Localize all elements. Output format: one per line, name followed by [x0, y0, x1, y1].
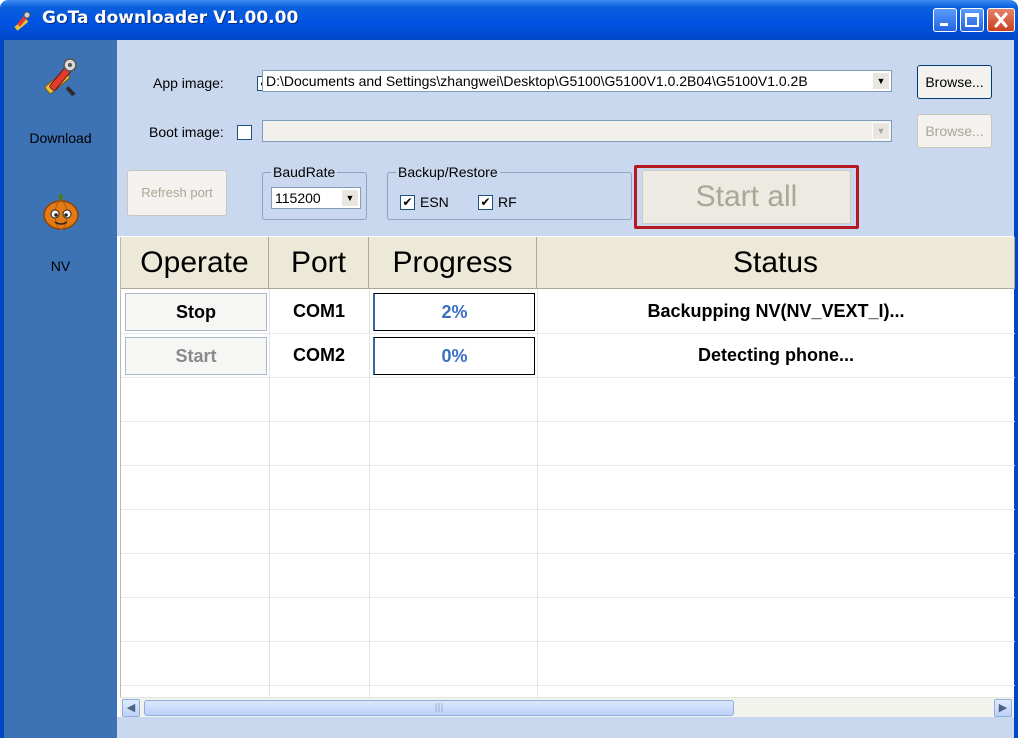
sidebar-item-nv[interactable]: NV [4, 186, 117, 286]
app-window: GoTa downloader V1.00.00 Download NV App… [0, 0, 1018, 738]
grid-line [121, 553, 1015, 554]
chevron-down-icon[interactable]: ▼ [341, 189, 359, 207]
rf-checkbox[interactable]: ✔ [478, 195, 493, 210]
baudrate-group: BaudRate 115200 ▼ [262, 164, 367, 220]
backup-restore-group: Backup/Restore ✔ ESN ✔ RF [387, 164, 632, 220]
minimize-icon [940, 23, 948, 26]
status-cell: Detecting phone... [697, 345, 854, 365]
port-cell: COM1 [292, 301, 345, 321]
app-tools-icon [14, 11, 31, 31]
pumpkin-icon [43, 194, 79, 230]
baudrate-title: BaudRate [271, 164, 338, 180]
table-row: Start COM2 0% Detecting phone... [121, 333, 1015, 377]
start-button[interactable]: Start [125, 337, 267, 375]
port-cell: COM2 [292, 345, 345, 365]
maximize-button[interactable] [960, 8, 984, 32]
close-icon [994, 12, 1008, 28]
sidebar: Download NV [4, 40, 117, 738]
status-cell: Backupping NV(NV_VEXT_I)... [647, 301, 905, 321]
boot-image-checkbox[interactable] [237, 125, 252, 140]
window-title: GoTa downloader V1.00.00 [42, 8, 299, 28]
progress-cell: 0% [373, 337, 535, 375]
horizontal-scrollbar[interactable]: ◀ ||| ▶ [120, 697, 1014, 717]
baudrate-select[interactable]: 115200 ▼ [271, 187, 361, 209]
rf-label: RF [498, 194, 517, 210]
tools-icon [44, 58, 77, 96]
app-image-path-combo[interactable]: D:\Documents and Settings\zhangwei\Deskt… [262, 70, 892, 92]
controls-panel: App image: ✔ D:\Documents and Settings\z… [117, 40, 1014, 236]
chevron-right-icon: ▶ [998, 701, 1008, 714]
boot-image-label: Boot image: [149, 124, 224, 140]
sidebar-item-nv-label: NV [50, 258, 71, 274]
grid-line [121, 421, 1015, 422]
grid-line [121, 509, 1015, 510]
chevron-down-icon[interactable]: ▼ [872, 72, 890, 90]
refresh-port-button[interactable]: Refresh port [127, 170, 227, 216]
column-header-status[interactable]: Status [537, 237, 1015, 289]
boot-image-path-combo[interactable]: ▼ [262, 120, 892, 142]
chevron-down-icon[interactable]: ▼ [872, 122, 890, 140]
grip-icon: ||| [434, 703, 444, 713]
grid-line [121, 377, 1015, 378]
maximize-icon [965, 13, 979, 27]
title-bar[interactable]: GoTa downloader V1.00.00 [0, 0, 1018, 40]
app-image-label: App image: [153, 75, 224, 91]
minimize-button[interactable] [933, 8, 957, 32]
column-header-operate[interactable]: Operate [121, 237, 269, 289]
scroll-right-button[interactable]: ▶ [994, 699, 1012, 717]
table-row: Stop COM1 2% Backupping NV(NV_VEXT_I)... [121, 289, 1015, 333]
sidebar-item-download-label: Download [29, 130, 92, 146]
sidebar-item-download[interactable]: Download [4, 48, 117, 158]
start-all-label: Start all [642, 170, 851, 224]
stop-button[interactable]: Stop [125, 293, 267, 331]
window-frame-right [1014, 40, 1018, 738]
baudrate-value: 115200 [275, 190, 321, 206]
app-image-path-value: D:\Documents and Settings\zhangwei\Deskt… [266, 73, 808, 89]
esn-label: ESN [420, 194, 449, 210]
bottom-strip [117, 717, 1014, 738]
column-header-progress[interactable]: Progress [369, 237, 537, 289]
grid-line [121, 465, 1015, 466]
browse-boot-button[interactable]: Browse... [917, 114, 992, 148]
backup-restore-title: Backup/Restore [396, 164, 500, 180]
esn-checkbox[interactable]: ✔ [400, 195, 415, 210]
grid-line [121, 597, 1015, 598]
port-grid: Operate Port Progress Status Stop COM1 2… [120, 237, 1015, 717]
start-all-button[interactable]: Start all [634, 165, 859, 229]
scroll-left-button[interactable]: ◀ [122, 699, 140, 717]
chevron-left-icon: ◀ [126, 701, 136, 714]
browse-app-button[interactable]: Browse... [917, 65, 992, 99]
progress-cell: 2% [373, 293, 535, 331]
grid-line [121, 685, 1015, 686]
column-header-port[interactable]: Port [269, 237, 369, 289]
close-button[interactable] [987, 8, 1015, 32]
grid-line [121, 641, 1015, 642]
scrollbar-thumb[interactable]: ||| [144, 700, 734, 716]
grid-header: Operate Port Progress Status [121, 237, 1015, 289]
